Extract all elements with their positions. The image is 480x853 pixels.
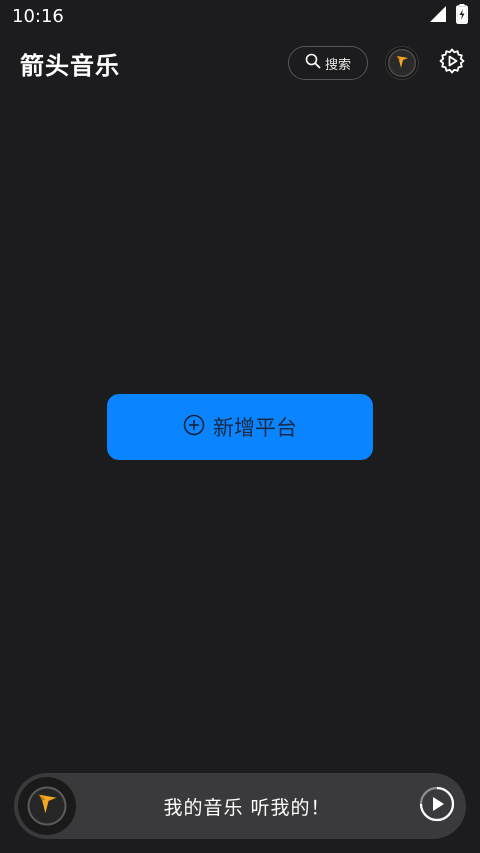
- search-label: 搜索: [324, 57, 351, 73]
- search-button[interactable]: 搜索: [288, 46, 368, 80]
- signal-icon: [430, 6, 446, 26]
- play-button[interactable]: [418, 786, 456, 826]
- play-icon: [419, 786, 455, 826]
- app-title: 箭头音乐: [20, 51, 120, 80]
- avatar[interactable]: [386, 47, 418, 79]
- player-slogan: 我的音乐 听我的！: [163, 796, 331, 819]
- add-platform-label: 新增平台: [213, 416, 297, 440]
- search-icon: [305, 53, 321, 73]
- plus-circle-icon: [183, 414, 205, 441]
- battery-charging-icon: [456, 4, 468, 28]
- player-bar[interactable]: 我的音乐 听我的！: [14, 773, 466, 839]
- status-bar: 10:16: [0, 0, 480, 32]
- gear-icon: [439, 48, 465, 78]
- album-disc[interactable]: [18, 777, 76, 835]
- app-header: 箭头音乐 搜索: [0, 38, 480, 88]
- status-icons: [430, 4, 468, 28]
- settings-button[interactable]: [438, 48, 466, 78]
- disc-logo-icon: [36, 793, 58, 819]
- status-time: 10:16: [12, 5, 64, 27]
- add-platform-button[interactable]: 新增平台: [107, 394, 373, 460]
- avatar-logo-icon: [395, 54, 409, 73]
